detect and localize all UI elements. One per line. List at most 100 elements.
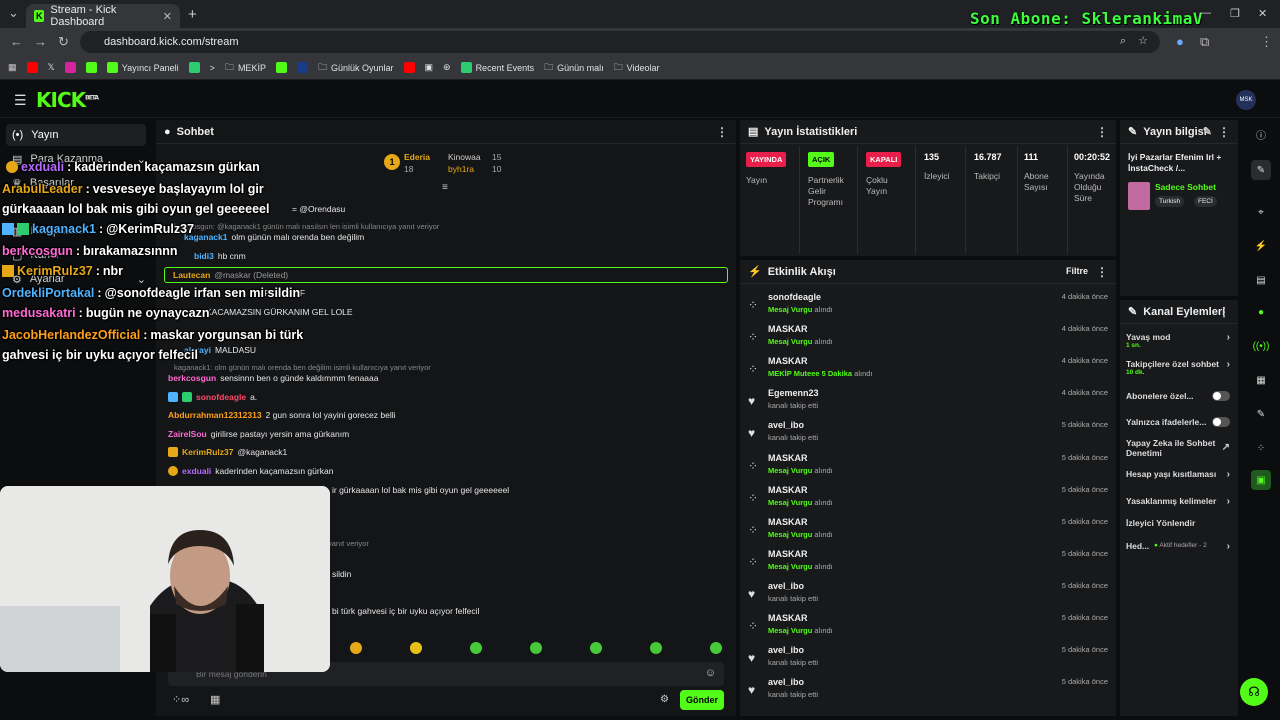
bookmark-yayinci-paneli[interactable]: Yayıncı Paneli <box>106 62 179 73</box>
minimize-icon[interactable]: — <box>1200 7 1211 19</box>
bubbles-icon: ⁘ <box>748 554 759 569</box>
activity-time: 4 dakika önce <box>1061 356 1108 366</box>
browser-menu-icon[interactable]: ⋮ <box>1260 34 1273 50</box>
goals-row[interactable]: Hed... ● Aktif hedefler - 2 › <box>1126 541 1234 552</box>
followers-only-row[interactable]: Takipçilere özel sohbet 10 dk. › <box>1126 359 1234 376</box>
emote-icon[interactable] <box>350 642 362 654</box>
info-options-icon[interactable]: ⋮ <box>1218 125 1230 139</box>
crosshair-icon[interactable]: ⌖ <box>1251 202 1271 222</box>
chat-bubble-icon: ● <box>164 125 171 138</box>
zoom-icon[interactable]: ⌕ <box>1120 35 1126 48</box>
close-tab-icon[interactable]: ✕ <box>163 10 172 23</box>
bookmark-recent-events[interactable]: Recent Events <box>460 62 534 73</box>
openai-bookmark-icon[interactable]: ⊛ <box>443 62 451 73</box>
points-icon[interactable]: ⁘∞ <box>172 693 189 706</box>
extension-icon[interactable]: ● <box>1176 34 1184 49</box>
emotes-only-toggle[interactable] <box>1212 417 1230 427</box>
chat-message: kaganack1 olm günün malı orenda ben değil… <box>184 232 365 242</box>
terminal-bookmark-icon[interactable]: > <box>210 63 215 73</box>
stat-subscribers: 111 Abone Sayısı <box>1018 146 1068 254</box>
youtube-bookmark-icon[interactable] <box>26 62 38 73</box>
youtube-bookmark-icon-2[interactable] <box>403 62 415 73</box>
activity-options-icon[interactable]: ⋮ <box>1096 265 1108 279</box>
emote-icon[interactable] <box>590 642 602 654</box>
activity-highlight: Mesaj Vurgu <box>768 465 813 475</box>
chat-settings-icon[interactable]: ⚙ <box>660 694 669 705</box>
edit-icon[interactable]: ✎ <box>1203 125 1212 138</box>
overlay-message: KerimRulz37: nbr <box>2 264 123 278</box>
back-icon[interactable]: ← <box>10 34 23 49</box>
chat-message: exduali kaderinden kaçamazsın gürkan <box>168 466 333 476</box>
emote-icon[interactable] <box>470 642 482 654</box>
edit-tool-icon[interactable]: ✎ <box>1251 160 1271 180</box>
new-tab-button[interactable]: + <box>188 6 197 23</box>
activity-event: ⁘ MASKAR Mesaj Vurgu alındı 5 dakika önce <box>748 549 1108 579</box>
stats-tool-icon[interactable]: ▦ <box>1251 370 1271 390</box>
raid-row[interactable]: İzleyici Yönlendir <box>1126 518 1234 528</box>
ai-moderation-row[interactable]: Yapay Zeka ile Sohbet Denetimi ↗ <box>1126 438 1230 458</box>
bubbles-icon: ⁘ <box>748 490 759 505</box>
emote-icon[interactable] <box>530 642 542 654</box>
chat-options-icon[interactable]: ⋮ <box>716 125 728 139</box>
kick-bookmark-icon[interactable] <box>85 62 97 73</box>
activity-time: 5 dakika önce <box>1061 580 1108 590</box>
restore-icon[interactable]: ❐ <box>1230 7 1240 20</box>
forward-icon[interactable]: → <box>34 34 47 49</box>
pinned-icon[interactable]: ≡ <box>442 182 448 193</box>
bookmark-gunun-mali[interactable]: 🗀 Günün malı <box>544 60 604 76</box>
send-button[interactable]: Gönder <box>680 690 724 710</box>
highlighted-message[interactable]: Lautecan @maskar (Deleted) <box>164 267 728 283</box>
x-bookmark-icon[interactable]: 𝕏 <box>48 62 55 73</box>
chat-tool-icon[interactable]: ● <box>1251 302 1271 322</box>
instagram-bookmark-icon[interactable] <box>64 62 76 73</box>
document-icon[interactable]: ▤ <box>1251 270 1271 290</box>
chevron-right-icon: › <box>1226 359 1230 370</box>
kick-bookmark-icon-2[interactable] <box>275 62 287 73</box>
kick-logo[interactable]: KICKBETA <box>36 88 99 112</box>
chat-message: sildin <box>332 569 352 579</box>
bookmark-app-icon[interactable] <box>188 62 200 73</box>
apps-grid-icon[interactable]: ▦ <box>8 62 17 73</box>
bubbles-icon: ⁘ <box>748 458 759 473</box>
filter-button[interactable]: Filtre <box>1066 266 1088 276</box>
wrench-tool-icon[interactable]: ✎ <box>1251 404 1271 424</box>
emote-icon[interactable] <box>650 642 662 654</box>
broadcast-tool-icon[interactable]: ((•)) <box>1251 336 1271 356</box>
bookmark-gunluk-oyunlar[interactable]: 🗀 Günlük Oyunlar <box>318 60 394 76</box>
browser-tab[interactable]: K Stream - Kick Dashboard ✕ <box>26 4 180 28</box>
help-button[interactable]: ☊ <box>1240 678 1268 706</box>
emote-icon[interactable] <box>710 642 722 654</box>
reload-icon[interactable]: ↻ <box>58 34 69 50</box>
tag-chip: FECİ <box>1194 196 1217 207</box>
url-bar[interactable]: dashboard.kick.com/stream ⌕ ☆ <box>80 31 1160 53</box>
user-avatar[interactable]: MSK <box>1236 90 1256 110</box>
emote-icon[interactable] <box>410 642 422 654</box>
bookmark-star-icon[interactable]: ☆ <box>1138 34 1148 47</box>
account-age-row[interactable]: Hesap yaşı kısıtlaması › <box>1126 469 1234 480</box>
extensions-puzzle-icon[interactable]: ⧉ <box>1200 34 1209 50</box>
info-icon[interactable]: ⓘ <box>1251 124 1271 144</box>
chat-reply-note: kaganack1: olm günün malı orenda ben değ… <box>174 363 431 372</box>
store-icon[interactable]: ▦ <box>210 693 220 706</box>
stats-options-icon[interactable]: ⋮ <box>1096 125 1108 139</box>
activity-highlight: Mesaj Vurgu <box>768 529 813 539</box>
chat-message: ir gürkaaaan lol bak mis gibi oyun gel g… <box>332 485 510 495</box>
activity-event: ♥ avel_ibo kanalı takip etti 5 dakika önce <box>748 677 1108 707</box>
points-tool-icon[interactable]: ⁘ <box>1251 438 1271 458</box>
bookmark-mekip[interactable]: 🗀 MEKİP <box>225 60 266 76</box>
tab-search-icon[interactable]: ⌄ <box>8 5 19 21</box>
blue-bookmark-icon[interactable] <box>296 62 308 73</box>
bookmark-videolar[interactable]: 🗀 Videolar <box>614 60 660 76</box>
window-close-icon[interactable]: ✕ <box>1258 7 1267 20</box>
banned-words-row[interactable]: Yasaklanmış kelimeler › <box>1126 496 1234 507</box>
actions-options-icon[interactable]: ⋮ <box>1218 305 1230 319</box>
subscribers-only-toggle[interactable] <box>1212 391 1230 401</box>
lightning-tool-icon[interactable]: ⚡ <box>1251 236 1271 256</box>
image-bookmark-icon[interactable]: ▣ <box>425 62 434 73</box>
hamburger-menu-icon[interactable]: ☰ <box>14 92 27 109</box>
nav-item-yayin[interactable]: (•) Yayın <box>6 124 146 146</box>
slow-mode-row[interactable]: Yavaş mod 1 sn. › <box>1126 332 1234 349</box>
calculator-tool-icon[interactable]: ▣ <box>1251 470 1271 490</box>
category-name[interactable]: Sadece Sohbet <box>1155 182 1216 192</box>
emoji-icon[interactable]: ☺ <box>705 667 716 679</box>
